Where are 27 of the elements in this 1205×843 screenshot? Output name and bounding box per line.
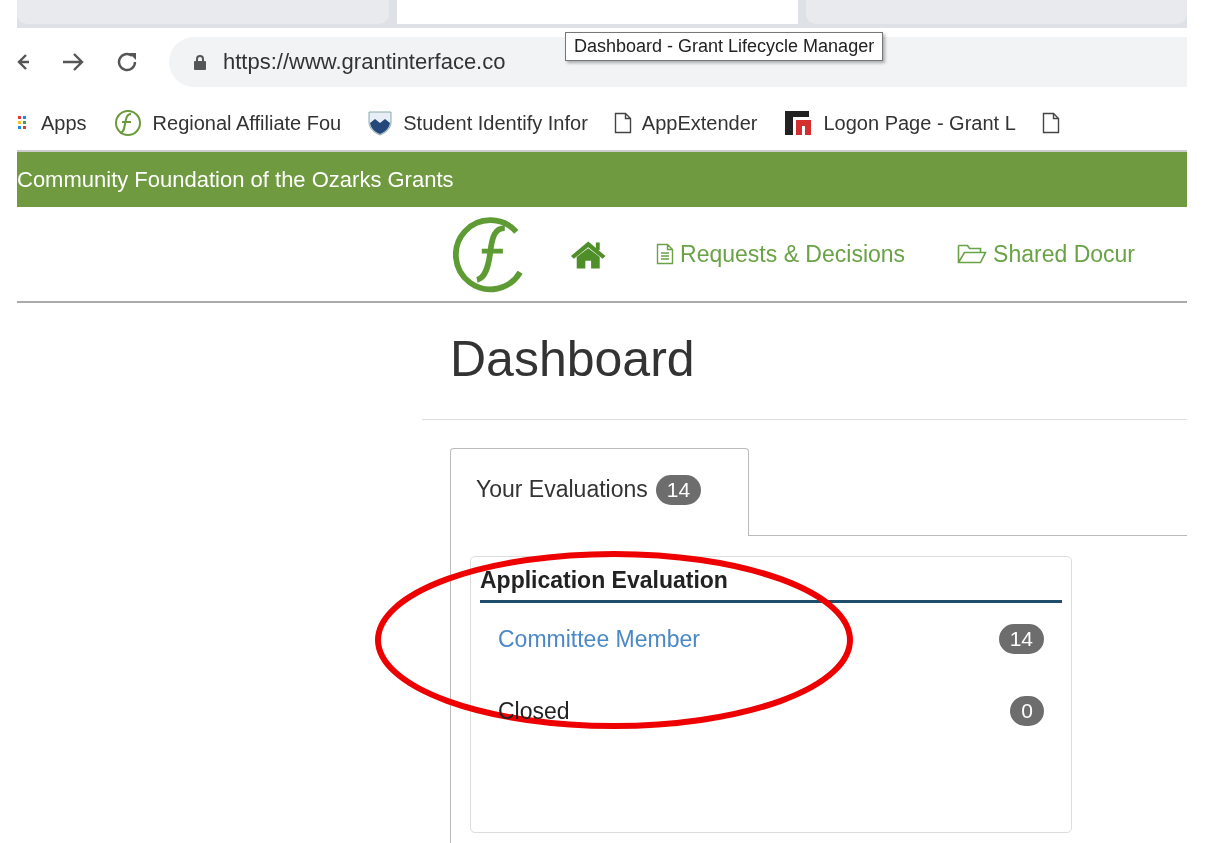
count-badge: 14 bbox=[655, 474, 702, 505]
page-heading: Dashboard bbox=[422, 303, 1187, 420]
brand-icon bbox=[783, 109, 814, 137]
bookmark[interactable] bbox=[1041, 112, 1060, 134]
evaluation-link[interactable]: Committee Member bbox=[498, 625, 700, 653]
logo-icon bbox=[112, 108, 143, 138]
count-badge: 14 bbox=[998, 624, 1044, 654]
bookmark[interactable]: Apps bbox=[17, 111, 87, 135]
count-badge: 0 bbox=[1010, 696, 1044, 726]
card-title: Application Evaluation bbox=[480, 567, 1062, 603]
bookmark[interactable]: Logon Page - Grant L bbox=[783, 109, 1016, 137]
reload-icon[interactable] bbox=[115, 50, 139, 74]
evaluations-tab[interactable]: Your Evaluations 14 bbox=[450, 448, 749, 536]
shield-icon bbox=[367, 109, 394, 137]
lock-icon bbox=[193, 54, 207, 70]
page-icon bbox=[1041, 112, 1060, 134]
document-icon bbox=[656, 243, 675, 265]
forward-icon[interactable] bbox=[61, 51, 85, 73]
bookmark[interactable]: Student Identify Infor bbox=[367, 109, 588, 137]
evaluation-label: Closed bbox=[498, 697, 570, 725]
page-icon bbox=[613, 112, 632, 134]
tooltip: Dashboard - Grant Lifecycle Manager bbox=[565, 32, 884, 61]
folder-icon bbox=[957, 243, 988, 265]
home-icon[interactable] bbox=[569, 239, 607, 269]
bookmark[interactable]: AppExtender bbox=[613, 111, 758, 135]
bookmark[interactable]: Regional Affiliate Fou bbox=[112, 108, 342, 138]
site-title: Community Foundation of the Ozarks Grants bbox=[17, 166, 454, 193]
